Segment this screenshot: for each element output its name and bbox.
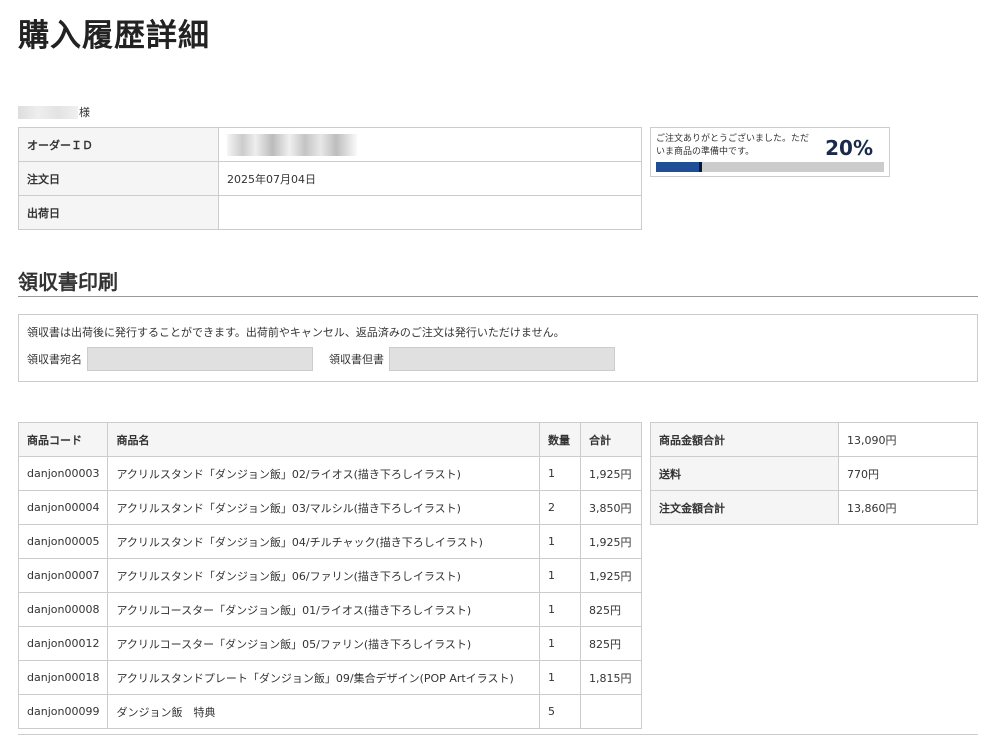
progress-percent: 20% xyxy=(825,136,873,160)
order-date-row: 注文日 2025年07月04日 xyxy=(18,161,642,196)
item-total: 825円 xyxy=(580,626,642,661)
grand-total-value: 13,860円 xyxy=(838,490,978,525)
item-code: danjon00018 xyxy=(17,660,109,695)
shipping-row: 送料 770円 xyxy=(650,456,978,491)
item-qty: 1 xyxy=(539,660,581,695)
grand-total-label: 注文金額合計 xyxy=(650,490,839,525)
customer-name: 様 xyxy=(18,104,90,120)
item-total: 1,925円 xyxy=(580,558,642,593)
progress-bar-fill xyxy=(656,162,702,172)
item-name: ダンジョン飯 特典 xyxy=(107,694,540,729)
order-progress-box: ご注文ありがとうございました。ただいま商品の準備中です。 20% xyxy=(650,127,890,177)
progress-bar xyxy=(656,162,884,172)
table-row: danjon00099 ダンジョン飯 特典 5 xyxy=(17,694,642,729)
order-id-value xyxy=(218,127,642,162)
item-code: danjon00099 xyxy=(17,694,109,729)
table-row: danjon00018 アクリルスタンドプレート「ダンジョン飯」09/集合デザイ… xyxy=(17,660,642,695)
order-date-value: 2025年07月04日 xyxy=(218,161,642,196)
item-code: danjon00007 xyxy=(17,558,109,593)
ship-date-row: 出荷日 xyxy=(18,195,642,230)
receipt-note-label: 領収書但書 xyxy=(329,353,384,366)
subtotal-row: 商品金額合計 13,090円 xyxy=(650,422,978,457)
item-qty: 1 xyxy=(539,626,581,661)
item-total: 1,815円 xyxy=(580,660,642,695)
item-name: アクリルスタンドプレート「ダンジョン飯」09/集合デザイン(POP Artイラス… xyxy=(107,660,540,695)
item-total: 3,850円 xyxy=(580,490,642,525)
order-date-label: 注文日 xyxy=(18,161,219,196)
item-name: アクリルスタンド「ダンジョン飯」03/マルシル(描き下ろしイラスト) xyxy=(107,490,540,525)
bottom-divider xyxy=(18,734,978,735)
item-qty: 1 xyxy=(539,558,581,593)
receipt-notice: 領収書は出荷後に発行することができます。出荷前やキャンセル、返品済みのご注文は発… xyxy=(27,326,565,339)
item-total xyxy=(580,694,642,729)
table-row: danjon00007 アクリルスタンド「ダンジョン飯」06/ファリン(描き下ろ… xyxy=(17,558,642,593)
order-items-table: 商品コード 商品名 数量 合計 danjon00003 アクリルスタンド「ダンジ… xyxy=(17,422,642,729)
item-code: danjon00008 xyxy=(17,592,109,627)
shipping-value: 770円 xyxy=(838,456,978,491)
receipt-section-title: 領収書印刷 xyxy=(18,270,118,294)
grand-total-row: 注文金額合計 13,860円 xyxy=(650,490,978,525)
table-row: danjon00004 アクリルスタンド「ダンジョン飯」03/マルシル(描き下ろ… xyxy=(17,490,642,525)
item-qty: 1 xyxy=(539,524,581,559)
col-header-code: 商品コード xyxy=(17,422,109,457)
receipt-addressee-label: 領収書宛名 xyxy=(27,353,82,366)
receipt-form: 領収書は出荷後に発行することができます。出荷前やキャンセル、返品済みのご注文は発… xyxy=(18,314,978,382)
order-totals-table: 商品金額合計 13,090円 送料 770円 注文金額合計 13,860円 xyxy=(650,422,978,525)
order-info-table: オーダーＩＤ 注文日 2025年07月04日 出荷日 xyxy=(18,127,642,230)
receipt-addressee-input[interactable] xyxy=(87,347,313,371)
redacted-order-id xyxy=(227,133,357,156)
item-name: アクリルコースター「ダンジョン飯」01/ライオス(描き下ろしイラスト) xyxy=(107,592,540,627)
item-code: danjon00004 xyxy=(17,490,109,525)
item-qty: 1 xyxy=(539,592,581,627)
items-header-row: 商品コード 商品名 数量 合計 xyxy=(17,422,642,457)
item-name: アクリルスタンド「ダンジョン飯」06/ファリン(描き下ろしイラスト) xyxy=(107,558,540,593)
col-header-total: 合計 xyxy=(580,422,642,457)
item-name: アクリルコースター「ダンジョン飯」05/ファリン(描き下ろしイラスト) xyxy=(107,626,540,661)
shipping-label: 送料 xyxy=(650,456,839,491)
item-qty: 1 xyxy=(539,456,581,491)
item-total: 1,925円 xyxy=(580,524,642,559)
table-row: danjon00005 アクリルスタンド「ダンジョン飯」04/チルチャック(描き… xyxy=(17,524,642,559)
item-name: アクリルスタンド「ダンジョン飯」02/ライオス(描き下ろしイラスト) xyxy=(107,456,540,491)
item-name: アクリルスタンド「ダンジョン飯」04/チルチャック(描き下ろしイラスト) xyxy=(107,524,540,559)
table-row: danjon00012 アクリルコースター「ダンジョン飯」05/ファリン(描き下… xyxy=(17,626,642,661)
col-header-qty: 数量 xyxy=(539,422,581,457)
item-total: 1,925円 xyxy=(580,456,642,491)
table-row: danjon00008 アクリルコースター「ダンジョン飯」01/ライオス(描き下… xyxy=(17,592,642,627)
item-code: danjon00012 xyxy=(17,626,109,661)
progress-message: ご注文ありがとうございました。ただいま商品の準備中です。 xyxy=(656,134,810,157)
order-id-row: オーダーＩＤ xyxy=(18,127,642,162)
col-header-name: 商品名 xyxy=(107,422,540,457)
item-total: 825円 xyxy=(580,592,642,627)
ship-date-value xyxy=(218,195,642,230)
item-qty: 5 xyxy=(539,694,581,729)
page-title: 購入履歴詳細 xyxy=(18,18,210,54)
item-qty: 2 xyxy=(539,490,581,525)
customer-honorific: 様 xyxy=(79,106,90,119)
table-row: danjon00003 アクリルスタンド「ダンジョン飯」02/ライオス(描き下ろ… xyxy=(17,456,642,491)
order-id-label: オーダーＩＤ xyxy=(18,127,219,162)
section-divider xyxy=(18,296,978,297)
ship-date-label: 出荷日 xyxy=(18,195,219,230)
item-code: danjon00005 xyxy=(17,524,109,559)
subtotal-value: 13,090円 xyxy=(838,422,978,457)
receipt-note-input[interactable] xyxy=(389,347,615,371)
redacted-customer-name xyxy=(18,105,78,119)
subtotal-label: 商品金額合計 xyxy=(650,422,839,457)
item-code: danjon00003 xyxy=(17,456,109,491)
